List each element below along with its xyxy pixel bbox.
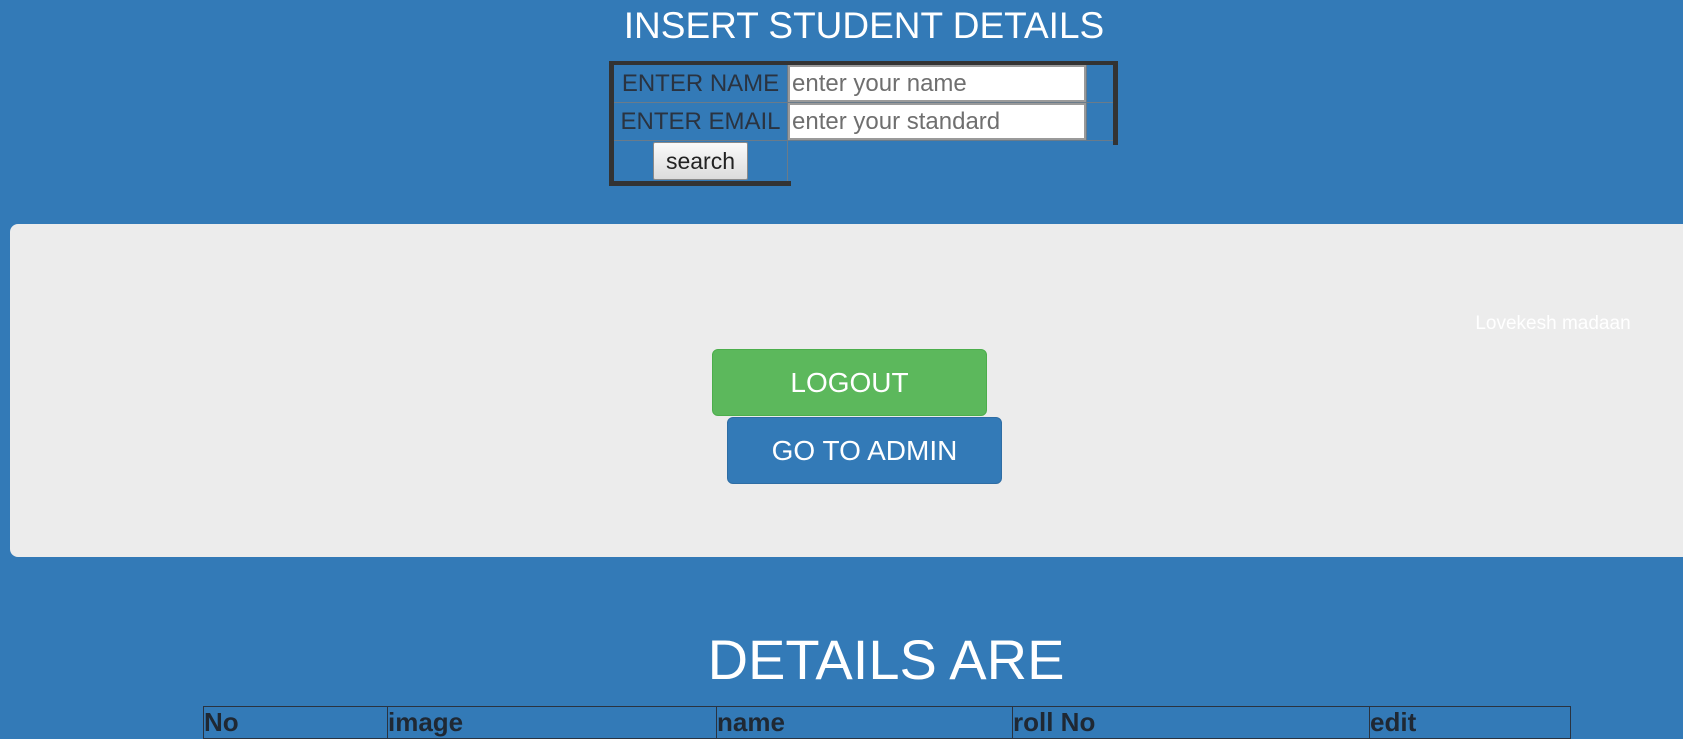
user-name: Lovekesh madaan	[1475, 313, 1631, 334]
name-row: ENTER NAME	[611, 62, 1116, 103]
name-input-cell	[787, 62, 1087, 103]
logout-button[interactable]: LOGOUT	[712, 349, 987, 416]
name-label: ENTER NAME	[611, 62, 788, 103]
form-corner-cover	[791, 145, 1121, 190]
details-heading: DETAILS ARE	[707, 628, 1065, 691]
email-label: ENTER EMAIL	[611, 102, 788, 141]
email-input[interactable]	[788, 103, 1086, 140]
email-row: ENTER EMAIL	[611, 102, 1116, 141]
column-header-no: No	[203, 706, 388, 739]
column-header-roll-no: roll No	[1012, 706, 1370, 739]
search-button[interactable]: search	[652, 142, 749, 180]
go-to-admin-button[interactable]: GO TO ADMIN	[727, 417, 1002, 484]
details-header-row: No image name roll No edit	[203, 706, 1571, 739]
details-table: No image name roll No edit	[203, 706, 1571, 739]
column-header-image: image	[387, 706, 717, 739]
name-input[interactable]	[788, 65, 1086, 102]
column-header-edit: edit	[1369, 706, 1571, 739]
search-cell: search	[611, 140, 788, 184]
column-header-name: name	[716, 706, 1013, 739]
page-title: INSERT STUDENT DETAILS	[623, 5, 1105, 46]
email-input-cell	[787, 102, 1087, 141]
user-panel: Lovekesh madaan LOGOUT GO TO ADMIN	[10, 224, 1683, 557]
